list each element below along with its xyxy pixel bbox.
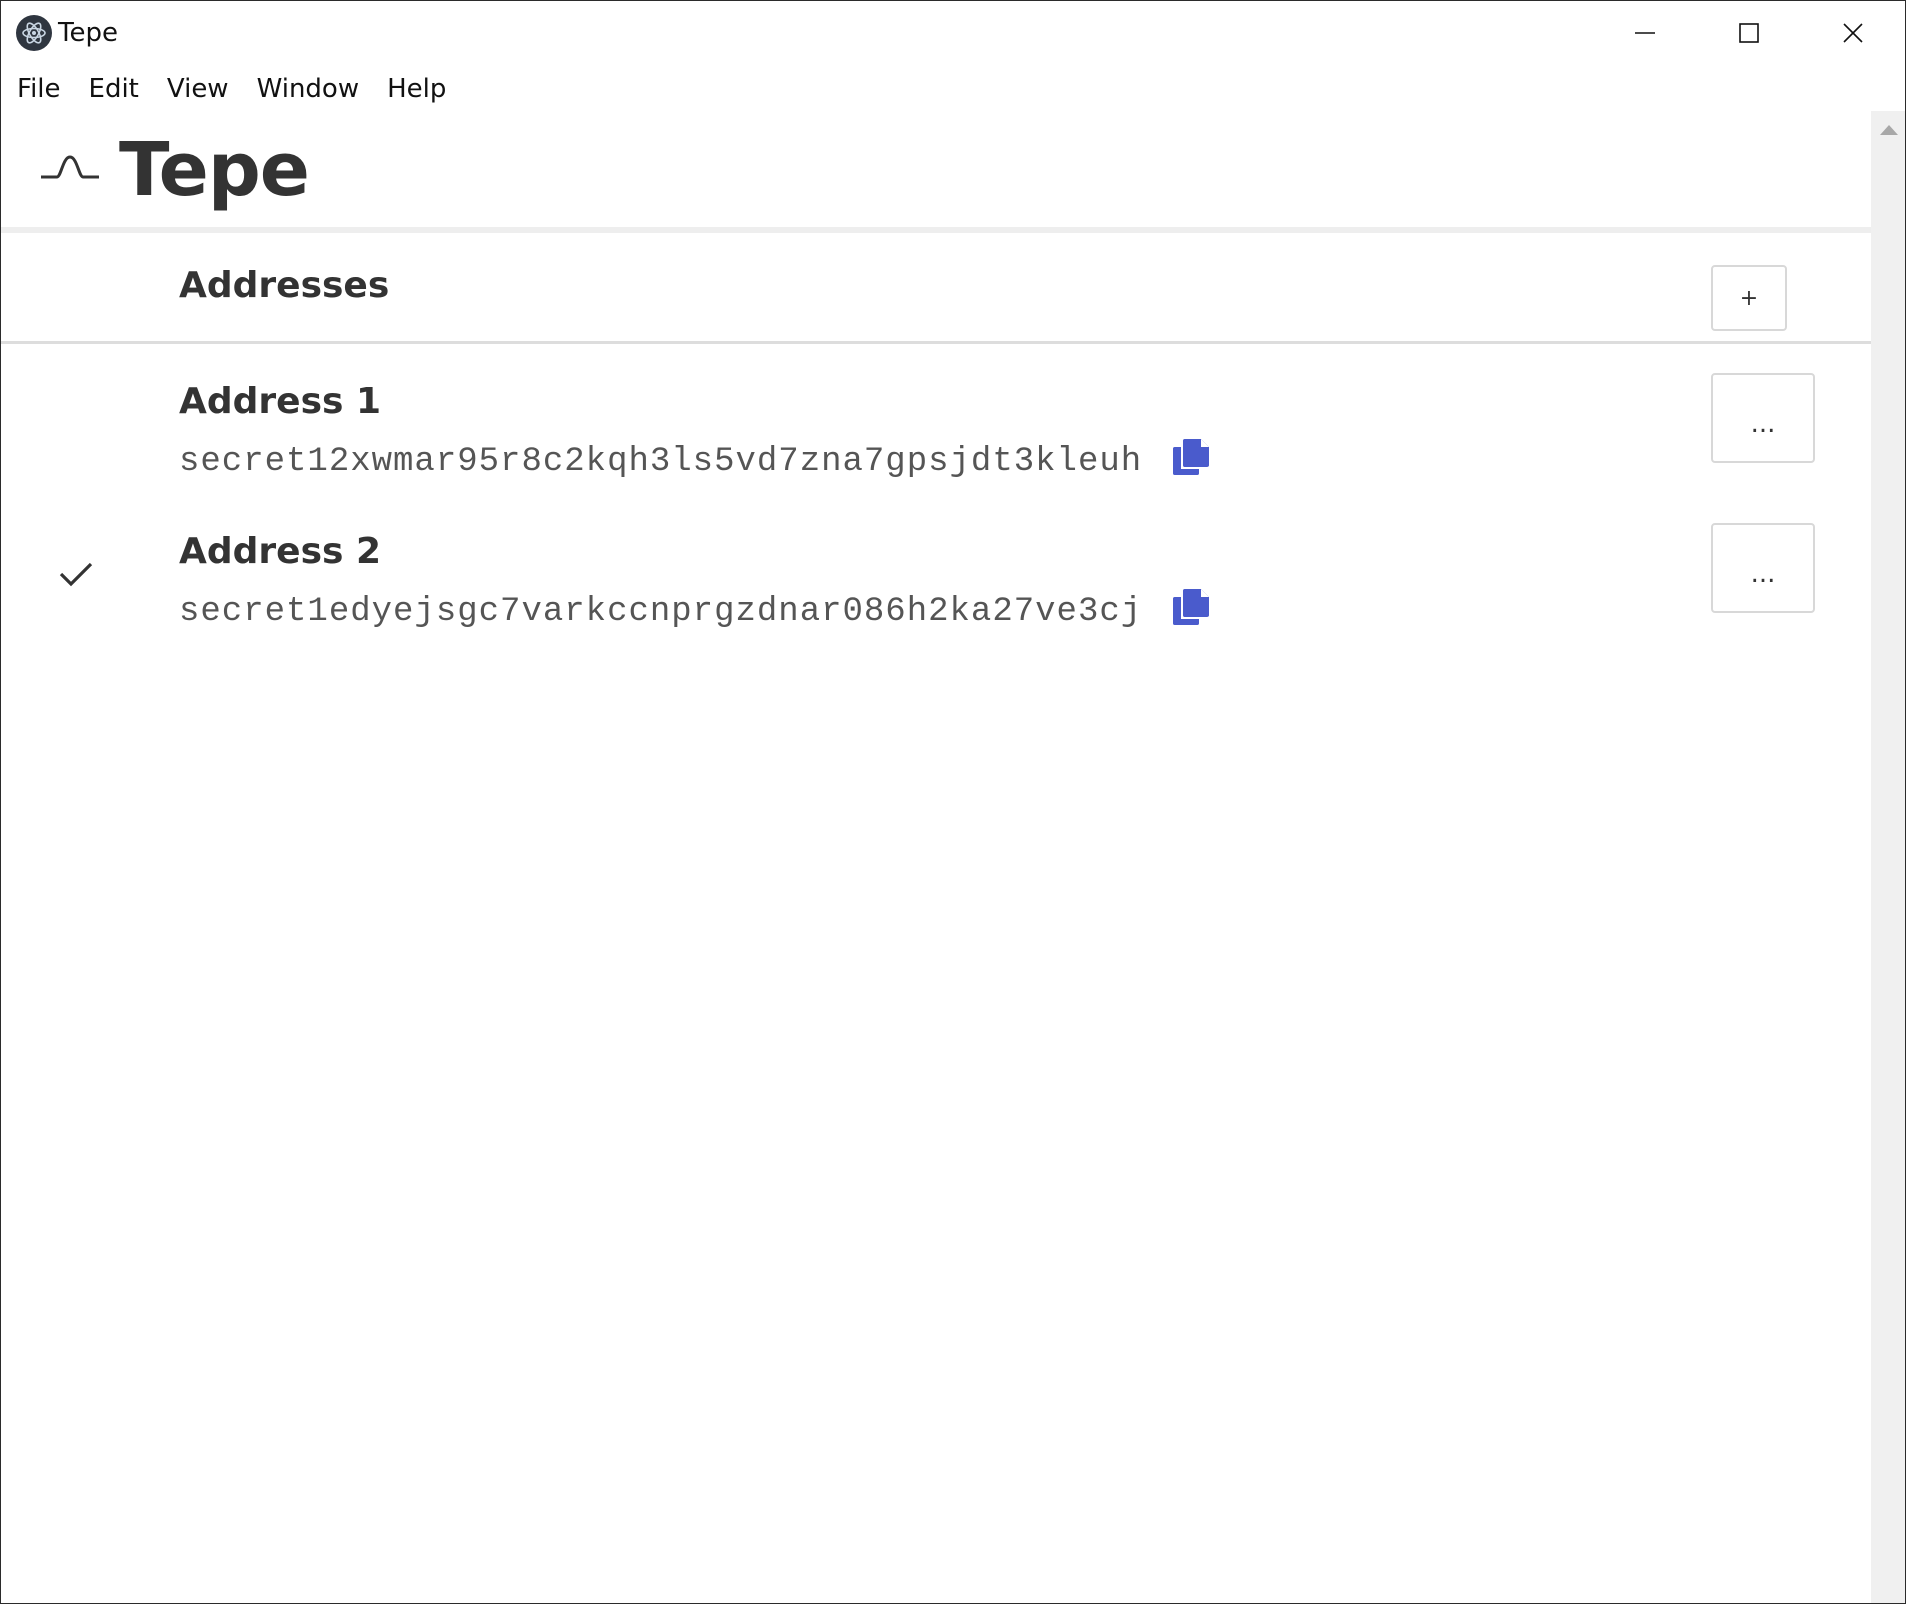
app-window: Tepe File Edit View Window Help Tepe Add…: [0, 0, 1906, 1604]
selected-check-icon: [59, 562, 93, 587]
address-row[interactable]: Address 1 secret12xwmar95r8c2kqh3ls5vd7z…: [1, 361, 1871, 511]
menu-bar: File Edit View Window Help: [1, 67, 474, 111]
menu-edit[interactable]: Edit: [89, 74, 139, 104]
minimize-button[interactable]: [1593, 1, 1697, 65]
wave-logo-icon: [41, 155, 99, 179]
address-row[interactable]: Address 2 secret1edyejsgc7varkccnprgzdna…: [1, 511, 1871, 661]
copy-icon[interactable]: [1171, 587, 1211, 627]
address-value: secret12xwmar95r8c2kqh3ls5vd7zna7gpsjdt3…: [179, 443, 1143, 481]
maximize-icon: [1739, 23, 1759, 43]
address-value: secret1edyejsgc7varkccnprgzdnar086h2ka27…: [179, 593, 1143, 631]
address-more-button[interactable]: ...: [1711, 523, 1815, 613]
menu-view[interactable]: View: [167, 74, 229, 104]
menu-window[interactable]: Window: [257, 74, 360, 104]
app-header: Tepe: [1, 111, 1871, 233]
addresses-header: Addresses +: [1, 233, 1871, 344]
main-content: Tepe Addresses + Address 1 secret12xwmar…: [1, 111, 1871, 1603]
address-name: Address 2: [179, 531, 382, 572]
section-title: Addresses: [179, 265, 390, 306]
close-button[interactable]: [1801, 1, 1905, 65]
menu-file[interactable]: File: [17, 74, 61, 104]
address-name: Address 1: [179, 381, 382, 422]
maximize-button[interactable]: [1697, 1, 1801, 65]
title-bar: Tepe: [1, 1, 1905, 65]
copy-icon[interactable]: [1171, 437, 1211, 477]
address-more-button[interactable]: ...: [1711, 373, 1815, 463]
minimize-icon: [1635, 32, 1655, 34]
scroll-up-arrow-icon[interactable]: [1880, 125, 1898, 135]
app-name: Tepe: [119, 127, 310, 213]
electron-app-icon: [16, 15, 52, 51]
add-address-button[interactable]: +: [1711, 265, 1787, 331]
window-title: Tepe: [58, 18, 118, 48]
menu-help[interactable]: Help: [387, 74, 446, 104]
close-icon: [1843, 23, 1863, 43]
vertical-scrollbar[interactable]: [1871, 111, 1905, 1603]
